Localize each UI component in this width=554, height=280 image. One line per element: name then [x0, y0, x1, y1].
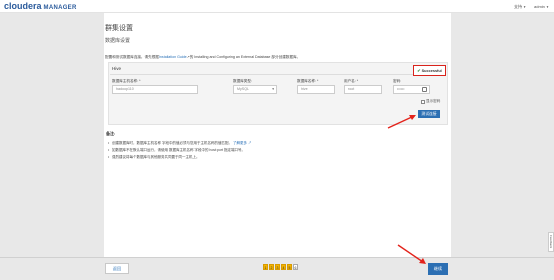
password-reveal-icon[interactable] [422, 87, 427, 92]
feedback-tab[interactable]: Feedback [548, 232, 554, 252]
status-badge: ✔ Successful [413, 65, 446, 76]
status-label: Successful [421, 68, 442, 73]
note-text: 如数据库不在默认端口运行，请使用 数据库主机名称 字段中的 host:port … [112, 148, 246, 152]
show-password-toggle[interactable]: 显示密码 [421, 99, 440, 104]
db-name-label: 数据库名称: * [297, 79, 319, 83]
back-button[interactable]: 返回 [105, 263, 129, 274]
password-value: •••••• [397, 87, 405, 91]
step-2: 2 [269, 264, 274, 270]
service-name: Hive [112, 66, 122, 71]
db-name-input[interactable] [301, 86, 334, 93]
support-menu[interactable]: 支持 ▼ [514, 4, 526, 10]
host-input[interactable] [116, 86, 197, 93]
password-field[interactable]: •••••• [393, 85, 430, 94]
list-item: 如数据库不在默认端口运行，请使用 数据库主机名称 字段中的 host:port … [108, 147, 251, 154]
user-label: admin [534, 4, 545, 9]
host-label: 数据库主机名称: * [112, 79, 141, 83]
intro-text: 配置和测试数据库连接。请先根据Installation Guide↗的 Inst… [105, 55, 300, 60]
username-label: 用户名: * [344, 79, 359, 83]
note-text: 强烈建议将每个数据库与其他服务共同置于同一主机上。 [112, 155, 200, 159]
username-input[interactable] [348, 86, 381, 93]
step-5: 5 [287, 264, 292, 270]
top-navbar: cloudera MANAGER 支持 ▼ admin ▼ [0, 0, 554, 13]
notes-title: 备注: [106, 131, 116, 136]
show-password-checkbox[interactable] [421, 99, 425, 104]
support-label: 支持 [514, 4, 522, 9]
step-1: 1 [263, 264, 268, 270]
check-icon: ✔ [417, 68, 421, 73]
page-subtitle: 数据库设置 [105, 38, 131, 44]
external-link-icon: ↗ [247, 141, 252, 145]
notes-list: 创建数据库时，数据库主机名称 字段中的值必须与您用于主机名称的值匹配。 了解更多… [108, 140, 252, 161]
user-menu[interactable]: admin ▼ [534, 4, 549, 9]
step-4: 4 [281, 264, 286, 270]
test-connection-button[interactable]: 测试连接 [418, 110, 440, 118]
main-content [104, 13, 451, 257]
chevron-down-icon: ▾ [272, 87, 274, 91]
learn-more-link[interactable]: 了解更多 [233, 141, 247, 145]
username-field[interactable] [344, 85, 382, 94]
cloudera-logo[interactable]: cloudera MANAGER [4, 2, 77, 13]
page-title: 群集设置 [105, 25, 133, 32]
intro-text-after: 的 Installing and Configuring an External… [189, 55, 301, 59]
password-label: 密码: [393, 79, 402, 83]
host-field[interactable] [112, 85, 198, 94]
list-item: 创建数据库时，数据库主机名称 字段中的值必须与您用于主机名称的值匹配。 了解更多… [108, 140, 252, 147]
divider [110, 74, 446, 75]
logo-brand: cloudera [4, 1, 42, 11]
continue-button[interactable]: 继续 [428, 263, 448, 275]
step-6: 6 [293, 264, 298, 270]
chevron-down-icon: ▼ [546, 5, 550, 9]
chevron-down-icon: ▼ [523, 5, 527, 9]
db-type-select[interactable]: MySQL ▾ [233, 85, 277, 94]
db-name-field[interactable] [297, 85, 335, 94]
intro-text-before: 配置和测试数据库连接。请先根据 [105, 55, 159, 59]
show-password-label: 显示密码 [426, 99, 441, 103]
step-indicator: 1 2 3 4 5 6 [263, 264, 298, 270]
step-3: 3 [275, 264, 280, 270]
db-type-label: 数据库类型: [233, 79, 252, 83]
db-type-value: MySQL [237, 87, 249, 91]
installation-guide-link[interactable]: Installation Guide [159, 55, 187, 59]
list-item: 强烈建议将每个数据库与其他服务共同置于同一主机上。 [108, 154, 251, 161]
note-text: 创建数据库时，数据库主机名称 字段中的值必须与您用于主机名称的值匹配。 [112, 141, 232, 145]
logo-product: MANAGER [43, 5, 77, 11]
